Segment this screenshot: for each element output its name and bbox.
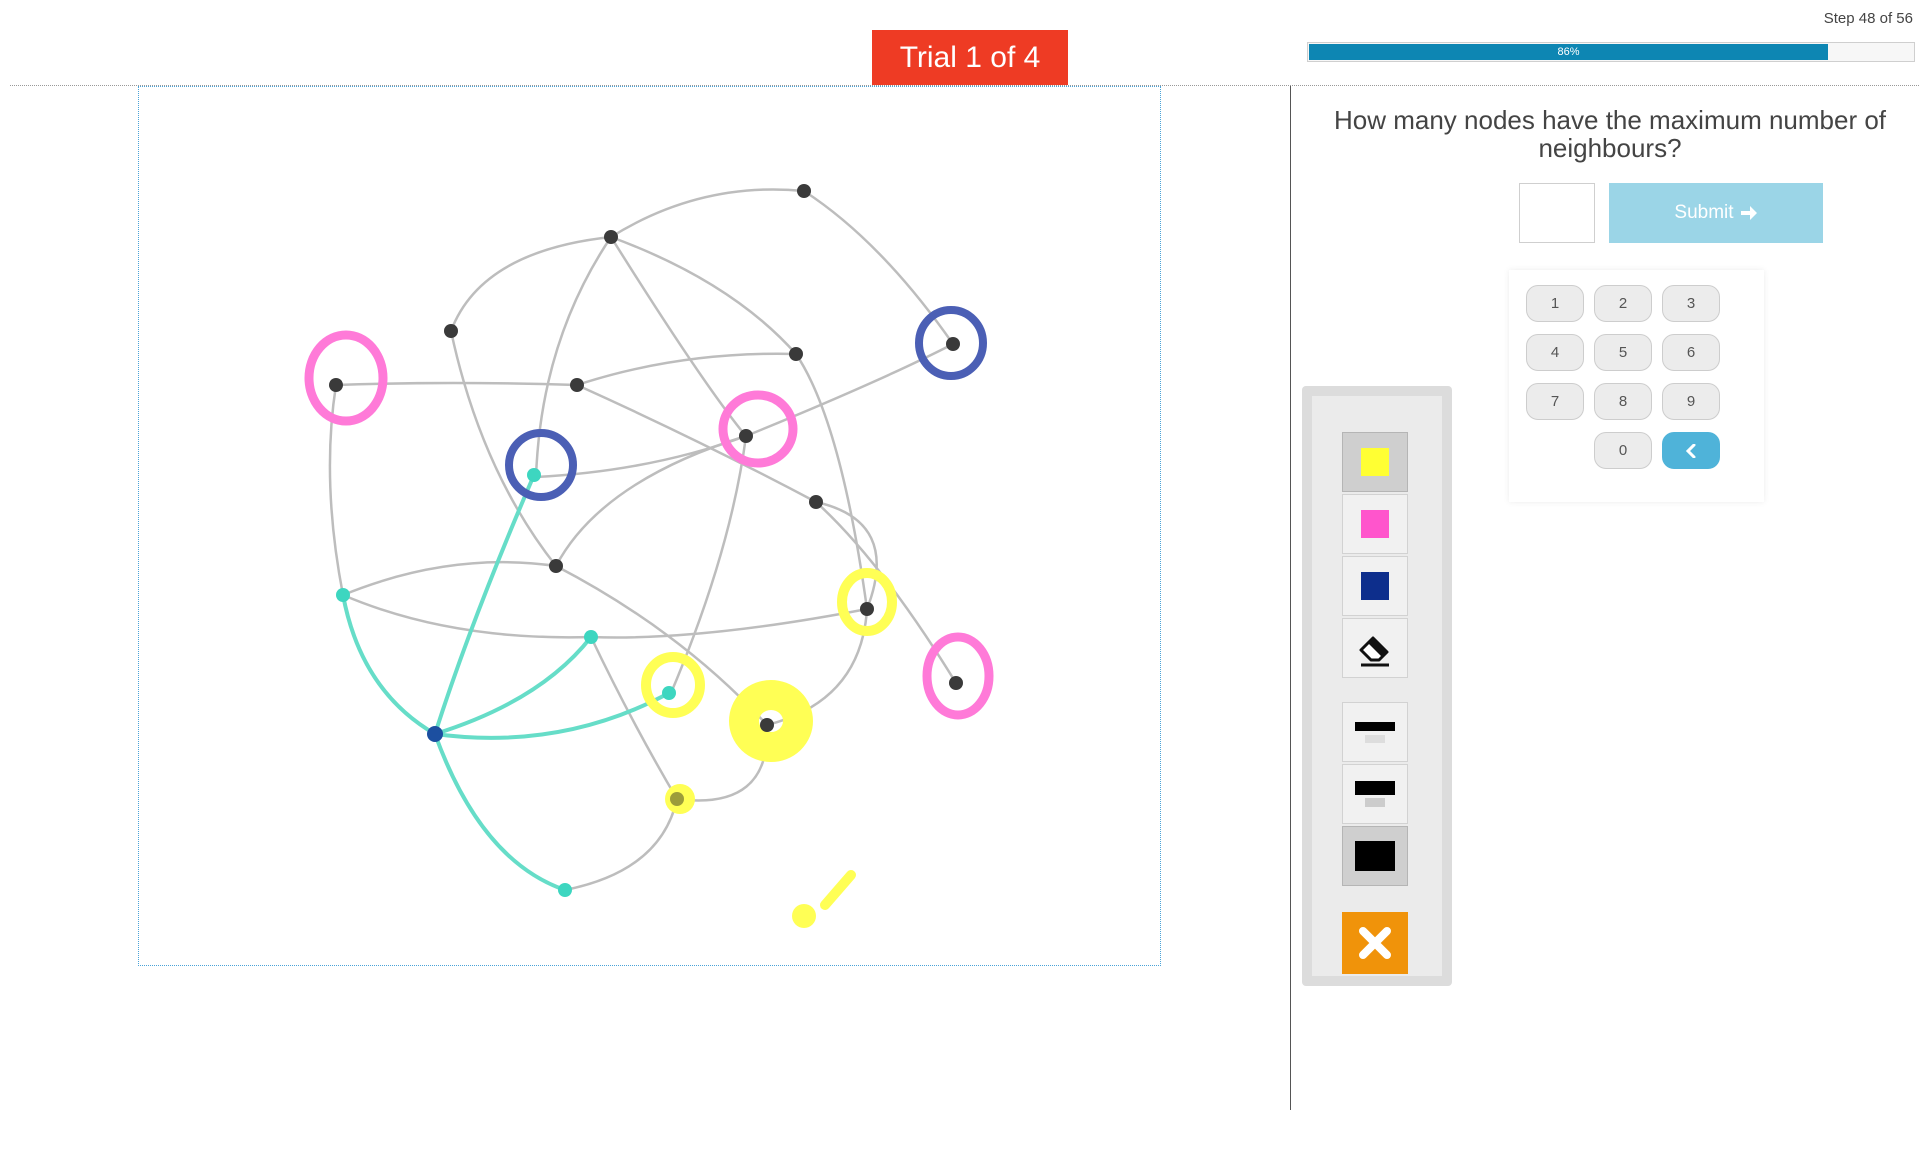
highlighted-edge bbox=[433, 473, 536, 736]
highlighted-edge bbox=[433, 635, 593, 736]
pink-annotation-circle bbox=[718, 390, 798, 468]
submit-label: Submit bbox=[1674, 202, 1734, 223]
selected-node bbox=[427, 726, 443, 742]
progress-fill: 86% bbox=[1309, 44, 1828, 60]
medium-brush-icon bbox=[1355, 781, 1395, 807]
pink-color-tool[interactable] bbox=[1342, 494, 1408, 554]
highlighted-node bbox=[584, 630, 598, 644]
graph-node bbox=[670, 792, 684, 806]
close-drawing-button[interactable] bbox=[1342, 912, 1408, 974]
pink-swatch bbox=[1361, 510, 1389, 538]
yellow-color-tool[interactable] bbox=[1342, 432, 1408, 492]
number-keypad: 1 2 3 4 5 6 7 8 9 0 bbox=[1509, 270, 1764, 502]
drawing-canvas[interactable] bbox=[138, 86, 1161, 966]
key-1[interactable]: 1 bbox=[1526, 285, 1584, 322]
graph-node bbox=[604, 230, 618, 244]
trial-banner: Trial 1 of 4 bbox=[872, 30, 1068, 85]
graph-node bbox=[739, 429, 753, 443]
arrow-right-icon bbox=[1740, 206, 1757, 220]
graph-edge bbox=[334, 381, 579, 387]
graph-edge bbox=[534, 235, 613, 479]
submit-button[interactable]: Submit bbox=[1609, 183, 1823, 243]
highlighted-edge bbox=[433, 691, 671, 740]
graph-edge bbox=[341, 593, 593, 639]
yellow-swatch bbox=[1361, 448, 1389, 476]
eraser-icon bbox=[1359, 636, 1389, 667]
key-5[interactable]: 5 bbox=[1594, 334, 1652, 371]
toolbar-panel bbox=[1312, 396, 1442, 976]
drawing-toolbar bbox=[1302, 386, 1452, 986]
highlighted-node bbox=[662, 686, 676, 700]
graph-edge bbox=[449, 329, 558, 568]
highlighted-edge bbox=[341, 593, 437, 736]
key-3[interactable]: 3 bbox=[1662, 285, 1720, 322]
highlighted-node bbox=[336, 588, 350, 602]
yellow-annotation-stroke bbox=[820, 870, 856, 910]
graph-edge bbox=[563, 797, 679, 892]
brush-size-medium[interactable] bbox=[1342, 764, 1408, 824]
graph-node bbox=[809, 495, 823, 509]
step-counter: Step 48 of 56 bbox=[1823, 10, 1913, 27]
graph-edge bbox=[609, 188, 806, 239]
key-4[interactable]: 4 bbox=[1526, 334, 1584, 371]
graph-node bbox=[760, 718, 774, 732]
highlighted-edge bbox=[433, 732, 567, 892]
key-2[interactable]: 2 bbox=[1594, 285, 1652, 322]
pink-annotation-circle bbox=[922, 632, 994, 720]
graph-node bbox=[797, 184, 811, 198]
chevron-left-icon bbox=[1685, 443, 1696, 458]
graph-drawing[interactable] bbox=[139, 87, 1160, 965]
backspace-button[interactable] bbox=[1662, 432, 1720, 469]
graph-edge bbox=[589, 607, 869, 639]
graph-node bbox=[949, 676, 963, 690]
key-9[interactable]: 9 bbox=[1662, 383, 1720, 420]
graph-node bbox=[444, 324, 458, 338]
blue-color-tool[interactable] bbox=[1342, 556, 1408, 616]
blue-annotation-circle bbox=[505, 429, 577, 501]
panel-divider bbox=[1290, 86, 1291, 1110]
graph-edge bbox=[609, 235, 798, 356]
highlighted-node bbox=[527, 468, 541, 482]
key-8[interactable]: 8 bbox=[1594, 383, 1652, 420]
graph-edge bbox=[554, 434, 748, 568]
graph-node bbox=[789, 347, 803, 361]
key-7[interactable]: 7 bbox=[1526, 383, 1584, 420]
graph-edge bbox=[341, 560, 558, 597]
brush-size-thick[interactable] bbox=[1342, 826, 1408, 886]
progress-bar: 86% bbox=[1307, 42, 1915, 62]
pink-annotation-circle bbox=[304, 330, 388, 426]
blue-swatch bbox=[1361, 572, 1389, 600]
key-0[interactable]: 0 bbox=[1594, 432, 1652, 469]
graph-node bbox=[329, 378, 343, 392]
graph-node bbox=[570, 378, 584, 392]
close-icon bbox=[1359, 927, 1391, 959]
eraser-tool[interactable] bbox=[1342, 618, 1408, 678]
thick-brush-icon bbox=[1355, 841, 1395, 871]
answer-input[interactable] bbox=[1519, 183, 1595, 243]
graph-node bbox=[946, 337, 960, 351]
graph-edge bbox=[449, 235, 613, 333]
brush-size-thin[interactable] bbox=[1342, 702, 1408, 762]
highlighted-node bbox=[558, 883, 572, 897]
thin-brush-icon bbox=[1355, 722, 1395, 743]
graph-node bbox=[549, 559, 563, 573]
question-text: How many nodes have the maximum number o… bbox=[1333, 105, 1887, 163]
yellow-annotation-dot bbox=[792, 904, 816, 928]
graph-node bbox=[860, 602, 874, 616]
graph-edge bbox=[575, 352, 798, 387]
key-6[interactable]: 6 bbox=[1662, 334, 1720, 371]
